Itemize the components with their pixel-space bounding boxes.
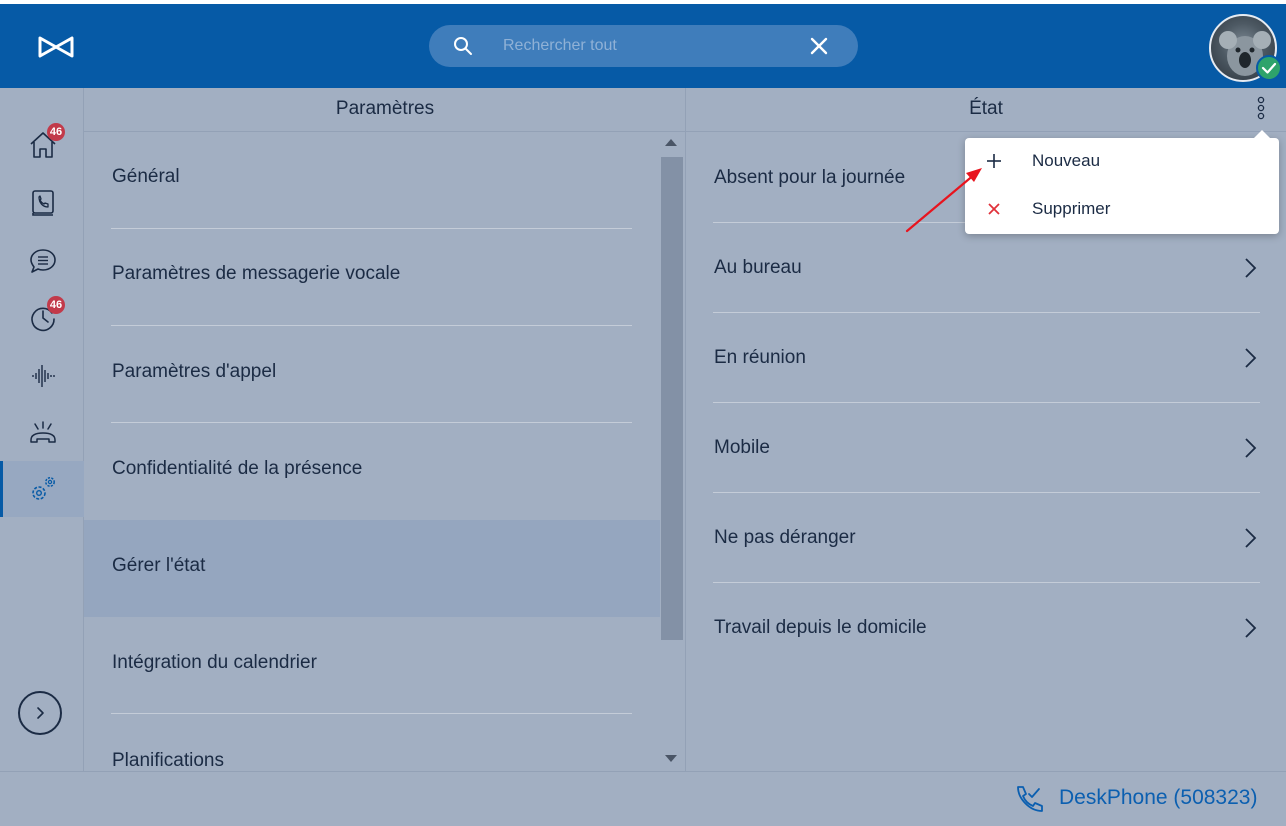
settings-item-label: Gérer l'état xyxy=(112,555,206,576)
status-item-dnd[interactable]: Ne pas déranger xyxy=(713,493,1260,583)
settings-item-label: Général xyxy=(112,166,180,187)
chat-icon xyxy=(30,249,56,273)
chevron-right-icon xyxy=(1245,258,1257,278)
settings-item-label: Confidentialité de la présence xyxy=(112,458,363,479)
scroll-thumb[interactable] xyxy=(661,157,683,640)
settings-scrollbar[interactable] xyxy=(660,132,685,771)
footer-bar: DeskPhone (508323) xyxy=(0,771,1286,826)
menu-item-new[interactable]: Nouveau xyxy=(965,138,1279,186)
sidebar-item-ringing-phone[interactable] xyxy=(0,405,84,461)
notification-badge: 46 xyxy=(47,123,65,141)
top-bar xyxy=(0,0,1286,88)
status-item-label: En réunion xyxy=(714,347,806,368)
settings-item-label: Paramètres de messagerie vocale xyxy=(112,263,401,284)
sidebar-nav: 46 46 xyxy=(0,88,84,771)
status-item-label: Absent pour la journée xyxy=(714,167,906,188)
sidebar-item-phonebook[interactable] xyxy=(0,175,84,231)
sidebar-item-voicemail[interactable] xyxy=(0,348,84,404)
settings-item-call[interactable]: Paramètres d'appel xyxy=(84,326,660,423)
status-item-mobile[interactable]: Mobile xyxy=(713,403,1260,493)
phonebook-icon xyxy=(32,190,54,216)
ringing-phone-icon xyxy=(30,421,56,443)
status-item-label: Travail depuis le domicile xyxy=(714,617,927,638)
status-item-label: Ne pas déranger xyxy=(714,527,856,548)
settings-item-general[interactable]: Général xyxy=(84,132,660,229)
checkmark-icon xyxy=(1261,62,1277,74)
status-options-menu: Nouveau Supprimer xyxy=(965,130,1279,234)
chevron-right-icon xyxy=(1245,438,1257,458)
expand-sidebar-button[interactable] xyxy=(18,691,62,735)
deskphone-icon[interactable] xyxy=(1013,784,1045,814)
settings-item-calendar[interactable]: Intégration du calendrier xyxy=(84,617,660,714)
presence-status-badge xyxy=(1256,55,1282,81)
settings-list: Général Paramètres de messagerie vocale … xyxy=(84,132,660,771)
chevron-right-icon xyxy=(37,707,44,719)
status-item-office[interactable]: Au bureau xyxy=(713,223,1260,313)
sidebar-item-home[interactable]: 46 xyxy=(0,117,84,173)
plus-icon xyxy=(987,154,1001,168)
sidebar-item-settings[interactable] xyxy=(0,461,84,517)
status-item-label: Au bureau xyxy=(714,257,802,278)
status-item-meeting[interactable]: En réunion xyxy=(713,313,1260,403)
close-icon xyxy=(988,203,1000,215)
scroll-up-icon[interactable] xyxy=(665,139,677,146)
sidebar-item-chat[interactable] xyxy=(0,233,84,289)
notification-badge: 46 xyxy=(47,296,65,314)
settings-item-presence-privacy[interactable]: Confidentialité de la présence xyxy=(84,423,660,520)
menu-item-label: Nouveau xyxy=(1032,151,1101,170)
chevron-right-icon xyxy=(1245,348,1257,368)
sidebar-item-history[interactable]: 46 xyxy=(0,290,84,346)
search-bar xyxy=(429,25,858,67)
brand-logo-icon[interactable] xyxy=(36,34,76,60)
status-panel-title: État xyxy=(686,88,1286,132)
close-icon[interactable] xyxy=(809,36,829,56)
settings-item-manage-status[interactable]: Gérer l'état xyxy=(84,520,660,617)
more-options-button[interactable] xyxy=(1250,95,1272,125)
settings-item-schedules[interactable]: Planifications xyxy=(84,714,660,771)
status-item-label: Mobile xyxy=(714,437,770,458)
settings-panel-title: Paramètres xyxy=(84,88,686,132)
settings-item-voicemail[interactable]: Paramètres de messagerie vocale xyxy=(84,229,660,326)
more-vertical-icon xyxy=(1257,96,1265,120)
chevron-right-icon xyxy=(1245,528,1257,548)
search-icon xyxy=(454,37,472,55)
menu-item-delete[interactable]: Supprimer xyxy=(965,186,1279,234)
scroll-down-icon[interactable] xyxy=(665,755,677,762)
voicemail-waveform-icon xyxy=(32,365,55,387)
column-divider xyxy=(685,88,686,771)
settings-item-label: Paramètres d'appel xyxy=(112,361,277,382)
settings-gears-icon xyxy=(32,477,55,500)
search-input[interactable] xyxy=(503,33,803,59)
chevron-right-icon xyxy=(1245,618,1257,638)
settings-item-label: Intégration du calendrier xyxy=(112,652,317,673)
status-item-home-work[interactable]: Travail depuis le domicile xyxy=(713,583,1260,673)
settings-item-label: Planifications xyxy=(112,750,224,771)
menu-item-label: Supprimer xyxy=(1032,199,1111,218)
deskphone-label[interactable]: DeskPhone (508323) xyxy=(1059,786,1257,810)
